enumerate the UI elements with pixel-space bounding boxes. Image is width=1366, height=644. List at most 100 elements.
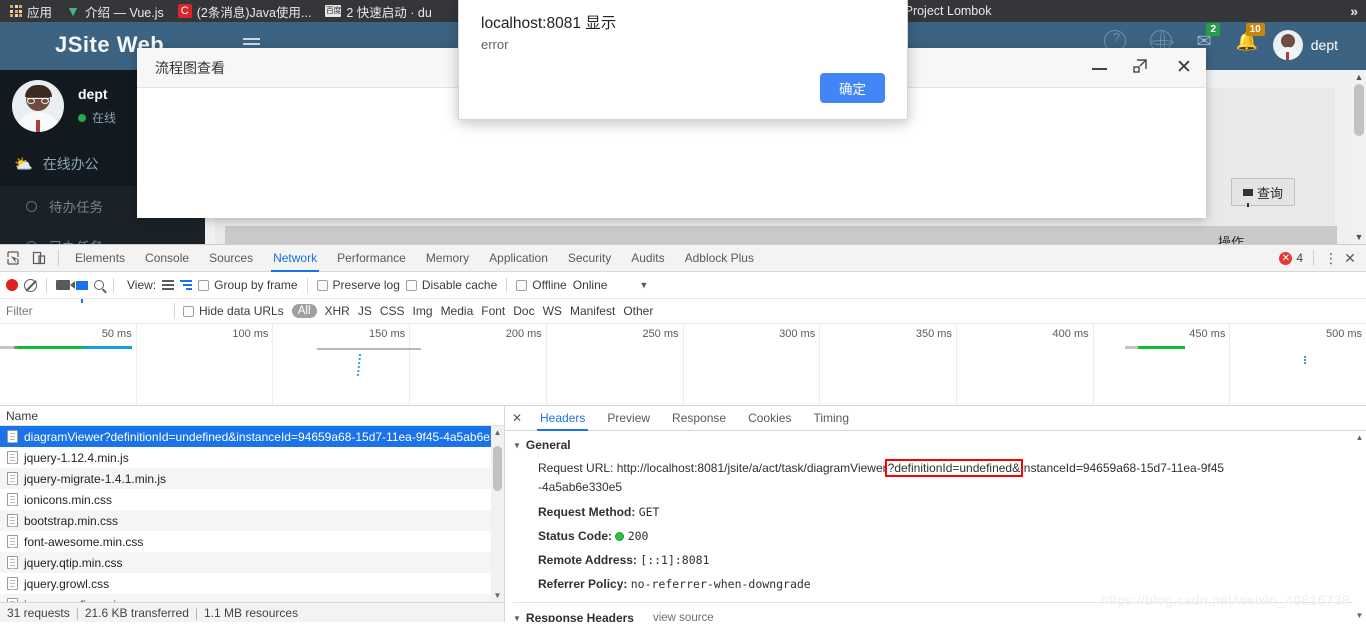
waterfall-view-icon[interactable] xyxy=(180,280,193,290)
screenshot-capture-icon[interactable] xyxy=(56,280,75,290)
header-user-name: dept xyxy=(1310,37,1338,53)
type-filter-ws[interactable]: WS xyxy=(543,304,562,318)
tab-preview[interactable]: Preview xyxy=(596,406,661,431)
type-filter-img[interactable]: Img xyxy=(413,304,433,318)
devtools-menu-icon[interactable]: ⋮ xyxy=(1324,251,1338,265)
triangle-down-icon: ▼ xyxy=(513,440,521,450)
tab-adblock-plus[interactable]: Adblock Plus xyxy=(675,245,764,272)
filter-icon[interactable] xyxy=(76,280,88,303)
bookmark-vue[interactable]: ▼ 介绍 — Vue.js xyxy=(66,2,164,21)
type-filter-doc[interactable]: Doc xyxy=(513,304,534,318)
tab-performance[interactable]: Performance xyxy=(327,245,416,272)
screenshot-root: 应用 ▼ 介绍 — Vue.js C (2条消息)Java使用... 百度 2 … xyxy=(0,0,1366,644)
table-row[interactable]: jquery.growl.css xyxy=(0,573,504,594)
offline-checkbox[interactable]: Offline xyxy=(516,278,567,292)
bookmark-apps[interactable]: 应用 xyxy=(10,2,52,21)
timeline-tick: 200 ms xyxy=(505,328,542,340)
table-row[interactable]: diagramViewer?definitionId=undefined&ins… xyxy=(0,426,504,447)
scroll-up-icon[interactable]: ▲ xyxy=(1352,72,1366,82)
bookmarks-overflow-icon[interactable]: » xyxy=(1350,3,1358,19)
clear-icon[interactable] xyxy=(24,278,37,292)
scrollbar-thumb[interactable] xyxy=(1354,84,1364,136)
close-details-icon[interactable]: ✕ xyxy=(505,411,529,425)
tab-cookies[interactable]: Cookies xyxy=(737,406,802,431)
preserve-log-checkbox[interactable]: Preserve log xyxy=(316,278,400,292)
bookmark-csdn[interactable]: C (2条消息)Java使用... xyxy=(177,2,311,21)
document-icon xyxy=(7,598,18,602)
response-headers-section-title[interactable]: ▼ Response Headers view source xyxy=(513,611,1366,622)
inspect-element-icon[interactable] xyxy=(0,245,26,271)
view-label: View: xyxy=(127,278,157,292)
request-name: font-awesome.min.css xyxy=(24,534,144,549)
tab-security[interactable]: Security xyxy=(558,245,621,272)
scroll-down-icon[interactable]: ▼ xyxy=(1352,232,1366,242)
section-title-label: Response Headers xyxy=(525,611,634,622)
error-count-label: 4 xyxy=(1296,251,1303,265)
scrollbar-thumb[interactable] xyxy=(493,446,502,491)
view-source-link[interactable]: view source xyxy=(653,612,714,622)
tab-network[interactable]: Network xyxy=(263,245,327,272)
devtools-close-icon[interactable]: ✕ xyxy=(1342,250,1358,267)
page-scrollbar[interactable]: ▲ ▼ xyxy=(1352,70,1366,244)
table-row[interactable]: ionicons.min.css xyxy=(0,489,504,510)
notifications-icon-wrap[interactable]: 🔔 10 xyxy=(1236,22,1265,52)
table-row[interactable]: jquery-confirm.min.css xyxy=(0,594,504,602)
tab-sources[interactable]: Sources xyxy=(199,245,263,272)
scroll-up-icon[interactable]: ▲ xyxy=(491,428,504,437)
type-filter-xhr[interactable]: XHR xyxy=(325,304,350,318)
sidebar-item-done-tasks[interactable]: 已办任务 xyxy=(0,226,205,244)
referrer-policy-label: Referrer Policy: xyxy=(538,577,628,591)
alert-ok-button[interactable]: 确定 xyxy=(820,73,885,103)
query-button[interactable]: 查询 xyxy=(1231,178,1295,207)
timeline-cell: 400 ms xyxy=(957,324,1094,405)
type-filter-all[interactable]: All xyxy=(291,304,317,318)
scroll-down-icon[interactable]: ▼ xyxy=(1353,611,1366,620)
bookmark-label: 2 快速启动 · du xyxy=(346,5,432,20)
network-overview-timeline[interactable]: 50 ms 100 ms 150 ms 200 ms 250 ms 300 ms… xyxy=(0,324,1366,406)
scroll-up-icon[interactable]: ▲ xyxy=(1353,433,1366,442)
table-row[interactable]: jquery.qtip.min.css xyxy=(0,552,504,573)
general-section-title[interactable]: ▼ General xyxy=(513,438,1366,452)
type-filter-manifest[interactable]: Manifest xyxy=(570,304,615,318)
throttling-select[interactable]: Online xyxy=(573,278,608,292)
table-row[interactable]: jquery-1.12.4.min.js xyxy=(0,447,504,468)
header-user[interactable]: dept xyxy=(1272,30,1338,60)
table-row[interactable]: font-awesome.min.css xyxy=(0,531,504,552)
search-icon[interactable] xyxy=(94,280,104,290)
bookmark-baidu[interactable]: 百度 2 快速启动 · du xyxy=(325,2,432,21)
tab-timing[interactable]: Timing xyxy=(802,406,860,431)
table-row[interactable]: jquery-migrate-1.4.1.min.js xyxy=(0,468,504,489)
tab-audits[interactable]: Audits xyxy=(621,245,674,272)
chevron-down-icon[interactable]: ▼ xyxy=(639,280,648,290)
tab-application[interactable]: Application xyxy=(479,245,558,272)
hide-data-urls-checkbox[interactable]: Hide data URLs xyxy=(183,304,284,318)
table-row[interactable]: bootstrap.min.css xyxy=(0,510,504,531)
tab-console[interactable]: Console xyxy=(135,245,199,272)
minimize-icon[interactable] xyxy=(1090,58,1110,78)
type-filter-js[interactable]: JS xyxy=(358,304,372,318)
filter-input[interactable] xyxy=(6,302,166,320)
status-dot-icon xyxy=(78,113,86,122)
sidebar-user-status-label: 在线 xyxy=(92,111,117,125)
list-view-icon[interactable] xyxy=(162,280,175,290)
request-list-scrollbar[interactable]: ▲ ▼ xyxy=(491,426,504,602)
scroll-down-icon[interactable]: ▼ xyxy=(491,591,504,600)
tab-elements[interactable]: Elements xyxy=(65,245,135,272)
remote-address-label: Remote Address: xyxy=(538,553,637,567)
record-icon[interactable] xyxy=(6,279,18,291)
type-filter-css[interactable]: CSS xyxy=(380,304,405,318)
details-scrollbar[interactable]: ▲ ▼ xyxy=(1353,431,1366,622)
group-by-frame-checkbox[interactable]: Group by frame xyxy=(198,278,298,292)
type-filter-other[interactable]: Other xyxy=(623,304,653,318)
maximize-icon[interactable] xyxy=(1132,58,1152,78)
disable-cache-checkbox[interactable]: Disable cache xyxy=(405,278,497,292)
tab-headers[interactable]: Headers xyxy=(529,406,596,431)
close-icon[interactable]: ✕ xyxy=(1174,57,1194,78)
type-filter-font[interactable]: Font xyxy=(481,304,505,318)
type-filter-media[interactable]: Media xyxy=(441,304,474,318)
tab-memory[interactable]: Memory xyxy=(416,245,479,272)
network-request-list: Name diagramViewer?definitionId=undefine… xyxy=(0,406,505,622)
error-count-indicator[interactable]: ✕ 4 xyxy=(1279,251,1303,265)
device-toolbar-icon[interactable] xyxy=(26,245,52,271)
tab-response[interactable]: Response xyxy=(661,406,737,431)
